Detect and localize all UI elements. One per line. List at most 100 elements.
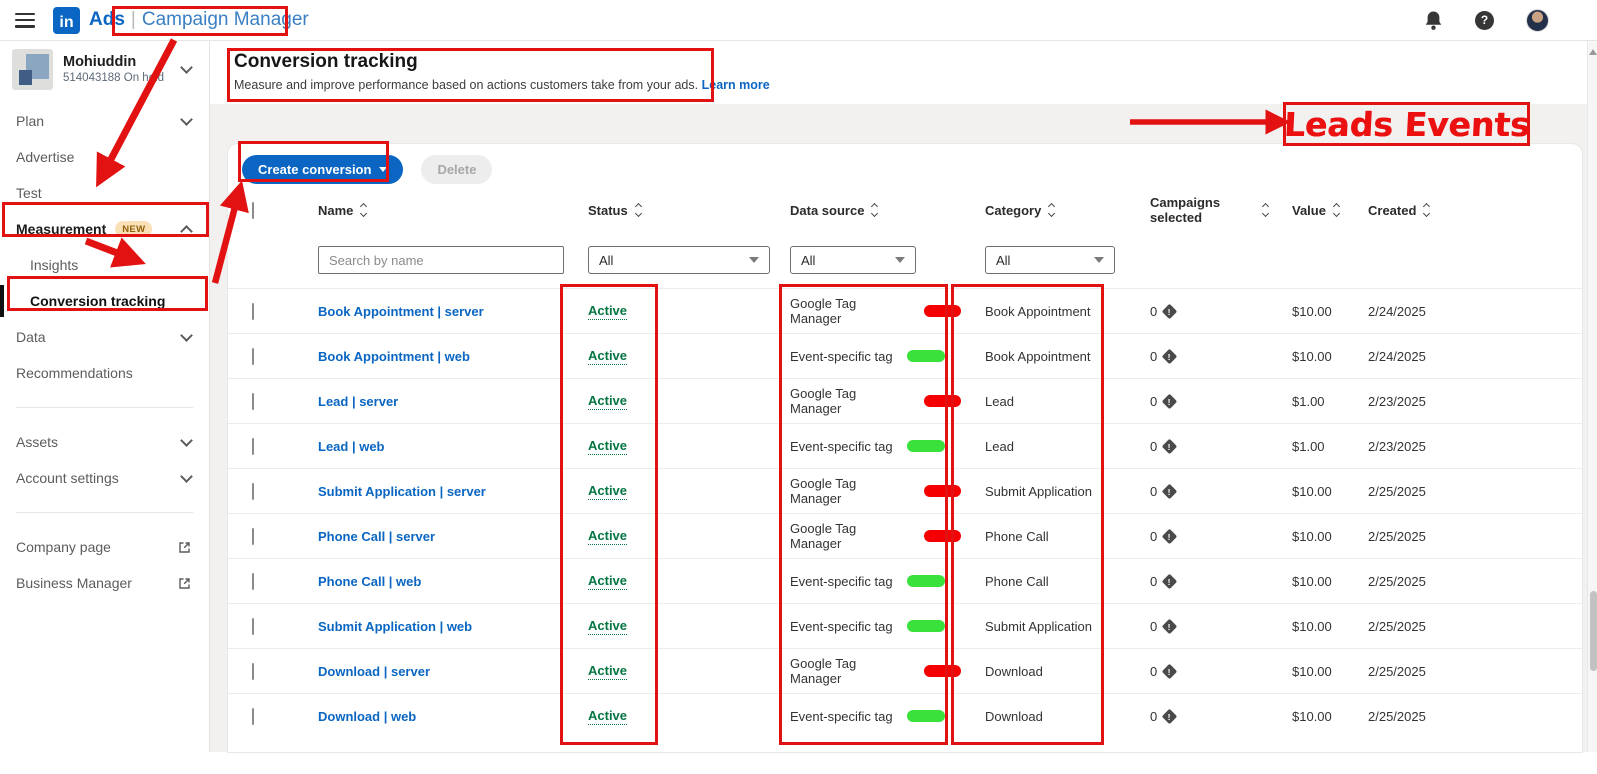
- campaigns-count: 0: [1150, 709, 1157, 724]
- sort-icon[interactable]: [872, 204, 877, 217]
- row-checkbox[interactable]: [252, 348, 254, 365]
- campaigns-alert-icon[interactable]: !: [1162, 708, 1178, 724]
- row-checkbox[interactable]: [252, 618, 254, 635]
- column-header-campaigns-selected[interactable]: Campaigns selected: [1126, 195, 1268, 225]
- sort-icon[interactable]: [636, 204, 641, 217]
- campaigns-count: 0: [1150, 664, 1157, 679]
- status-link[interactable]: Active: [588, 393, 627, 410]
- conversion-name-link[interactable]: Lead | server: [318, 394, 398, 409]
- hamburger-menu-icon[interactable]: [15, 13, 35, 28]
- status-link[interactable]: Active: [588, 303, 627, 320]
- created-date-label: 2/24/2025: [1368, 349, 1426, 364]
- conversion-name-link[interactable]: Submit Application | server: [318, 484, 486, 499]
- sort-icon[interactable]: [1049, 204, 1054, 217]
- column-header-created[interactable]: Created: [1344, 203, 1582, 218]
- row-checkbox[interactable]: [252, 303, 254, 320]
- sidebar-item-advertise[interactable]: Advertise: [0, 139, 209, 175]
- campaigns-alert-icon[interactable]: !: [1162, 618, 1178, 634]
- row-checkbox[interactable]: [252, 438, 254, 455]
- sidebar-item-insights[interactable]: Insights: [0, 247, 209, 283]
- conversion-name-link[interactable]: Phone Call | server: [318, 529, 435, 544]
- scrollbar-thumb[interactable]: [1590, 591, 1597, 671]
- account-switcher[interactable]: Mohiuddin 514043188 On hold: [0, 41, 209, 97]
- sidebar-item-data[interactable]: Data: [0, 319, 209, 355]
- data-source-filter-select[interactable]: All: [790, 246, 916, 274]
- campaigns-alert-icon[interactable]: !: [1162, 528, 1178, 544]
- column-header-value[interactable]: Value: [1268, 203, 1344, 218]
- notifications-bell-icon[interactable]: [1424, 10, 1443, 31]
- status-link[interactable]: Active: [588, 438, 627, 455]
- product-label[interactable]: Ads: [89, 9, 125, 31]
- column-header-name[interactable]: Name: [294, 203, 564, 218]
- sidebar-item-business-manager[interactable]: Business Manager: [0, 565, 209, 601]
- search-input[interactable]: [318, 246, 564, 274]
- campaigns-alert-icon[interactable]: !: [1162, 663, 1178, 679]
- status-filter-select[interactable]: All: [588, 246, 770, 274]
- account-logo: [12, 49, 53, 90]
- sidebar-item-conversion-tracking[interactable]: Conversion tracking: [0, 283, 209, 319]
- linkedin-logo[interactable]: in: [53, 7, 80, 34]
- conversion-name-link[interactable]: Phone Call | web: [318, 574, 421, 589]
- sidebar-item-recommendations[interactable]: Recommendations: [0, 355, 209, 391]
- column-header-category[interactable]: Category: [961, 203, 1126, 218]
- campaigns-count: 0: [1150, 304, 1157, 319]
- app-title[interactable]: Campaign Manager: [142, 9, 309, 31]
- status-link[interactable]: Active: [588, 528, 627, 545]
- campaigns-count: 0: [1150, 394, 1157, 409]
- row-checkbox[interactable]: [252, 708, 254, 725]
- sidebar-item-plan[interactable]: Plan: [0, 103, 209, 139]
- campaigns-alert-icon[interactable]: !: [1162, 393, 1178, 409]
- select-all-checkbox[interactable]: [252, 202, 254, 219]
- sidebar-item-company-page[interactable]: Company page: [0, 529, 209, 565]
- scroll-up-arrow[interactable]: [1589, 49, 1597, 57]
- conversion-name-link[interactable]: Book Appointment | web: [318, 349, 470, 364]
- data-source-label: Event-specific tag: [790, 349, 893, 364]
- sidebar-item-assets[interactable]: Assets: [0, 424, 209, 460]
- delete-button[interactable]: Delete: [421, 155, 492, 184]
- row-checkbox[interactable]: [252, 393, 254, 410]
- row-checkbox[interactable]: [252, 528, 254, 545]
- created-date-label: 2/25/2025: [1368, 484, 1426, 499]
- status-link[interactable]: Active: [588, 618, 627, 635]
- column-header-data-source[interactable]: Data source: [766, 203, 961, 218]
- column-header-status[interactable]: Status: [564, 203, 766, 218]
- scrollbar[interactable]: [1587, 41, 1597, 752]
- conversion-name-link[interactable]: Download | web: [318, 709, 416, 724]
- campaigns-alert-icon[interactable]: !: [1162, 348, 1178, 364]
- user-avatar[interactable]: [1526, 9, 1549, 32]
- data-source-label: Event-specific tag: [790, 709, 893, 724]
- category-filter-select[interactable]: All: [985, 246, 1115, 274]
- sort-icon[interactable]: [361, 204, 366, 217]
- status-link[interactable]: Active: [588, 663, 627, 680]
- conversion-name-link[interactable]: Download | server: [318, 664, 430, 679]
- create-conversion-button[interactable]: Create conversion: [242, 155, 403, 184]
- chevron-down-icon: [180, 61, 193, 74]
- row-checkbox[interactable]: [252, 483, 254, 500]
- campaigns-alert-icon[interactable]: !: [1162, 303, 1178, 319]
- conversion-name-link[interactable]: Lead | web: [318, 439, 385, 454]
- data-source-highlight-pill: [907, 350, 945, 362]
- sidebar-item-label: Measurement: [16, 221, 106, 237]
- row-checkbox[interactable]: [252, 573, 254, 590]
- conversion-name-link[interactable]: Book Appointment | server: [318, 304, 484, 319]
- conversion-name-link[interactable]: Submit Application | web: [318, 619, 472, 634]
- sidebar-item-measurement[interactable]: Measurement NEW: [0, 211, 209, 247]
- learn-more-link[interactable]: Learn more: [702, 78, 770, 92]
- sort-icon[interactable]: [1424, 204, 1429, 217]
- data-source-label: Event-specific tag: [790, 439, 893, 454]
- sidebar-item-label: Advertise: [16, 149, 74, 165]
- status-link[interactable]: Active: [588, 348, 627, 365]
- row-checkbox[interactable]: [252, 663, 254, 680]
- sidebar-item-account-settings[interactable]: Account settings: [0, 460, 209, 496]
- status-link[interactable]: Active: [588, 483, 627, 500]
- campaigns-alert-icon[interactable]: !: [1162, 573, 1178, 589]
- table-row: Lead | web Active Event-specific tag Lea…: [228, 423, 1582, 468]
- campaigns-alert-icon[interactable]: !: [1162, 483, 1178, 499]
- help-icon[interactable]: ?: [1475, 11, 1494, 30]
- sort-icon[interactable]: [1334, 204, 1339, 217]
- toolbar: Create conversion Delete: [228, 144, 1582, 188]
- status-link[interactable]: Active: [588, 573, 627, 590]
- sidebar-item-test[interactable]: Test: [0, 175, 209, 211]
- status-link[interactable]: Active: [588, 708, 627, 725]
- campaigns-alert-icon[interactable]: !: [1162, 438, 1178, 454]
